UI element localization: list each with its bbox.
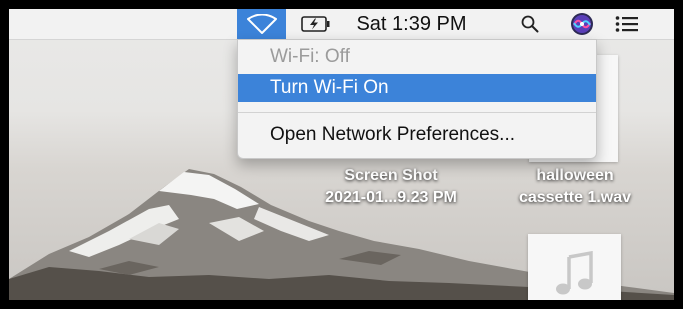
siri-icon — [571, 13, 593, 35]
menu-bar: Sat 1:39 PM — [9, 9, 674, 40]
screen-frame: Sat 1:39 PM Screen Shot 2021-01...9.23 P… — [0, 0, 683, 309]
battery-status-button[interactable] — [292, 9, 340, 39]
turn-wifi-on-menu-item[interactable]: Turn Wi-Fi On — [238, 74, 596, 102]
file-icon-music[interactable] — [528, 234, 621, 300]
music-note-icon — [555, 251, 593, 295]
spotlight-search-button[interactable] — [514, 9, 546, 39]
menubar-clock[interactable]: Sat 1:39 PM — [349, 9, 474, 39]
search-icon — [521, 15, 539, 33]
battery-charging-icon — [301, 16, 330, 32]
wifi-status-label: Wi-Fi: Off — [270, 46, 350, 67]
siri-button[interactable] — [567, 9, 597, 39]
file-label-line1[interactable]: Screen Shot — [291, 167, 491, 185]
file-label-line2[interactable]: cassette 1.wav — [495, 189, 655, 207]
wifi-icon — [246, 14, 277, 34]
open-network-preferences-menu-item[interactable]: Open Network Preferences... — [238, 121, 596, 149]
wifi-dropdown-menu: Wi-Fi: Off Turn Wi-Fi On Open Network Pr… — [237, 39, 597, 159]
wifi-menu-button[interactable] — [237, 9, 286, 39]
notification-center-button[interactable] — [609, 9, 645, 39]
list-icon — [615, 16, 638, 32]
file-label-line1[interactable]: halloween — [495, 167, 655, 185]
file-label-line2[interactable]: 2021-01...9.23 PM — [291, 189, 491, 207]
menu-separator — [238, 112, 596, 113]
